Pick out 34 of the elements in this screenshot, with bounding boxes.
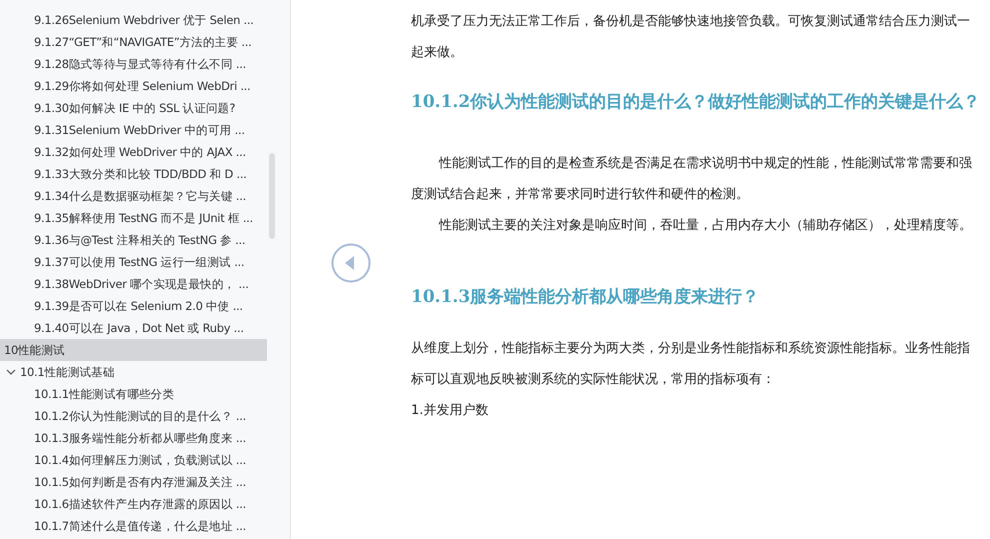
section-heading: 10.1.3服务端性能分析都从哪些角度来进行？ (411, 286, 760, 309)
body-paragraph: 从维度上划分，性能指标主要分为两大类，分别是业务性能指标和系统资源性能指标。业务性能指标可以直观地反映被测系统的实际性能状况，常用的指标项有： (411, 340, 971, 389)
outline-item[interactable]: 9.1.39是否可以在 Selenium 2.0 中使 ... (0, 295, 267, 317)
outline-item[interactable]: 10.1.7简述什么是值传递，什么是地址 ... (0, 515, 267, 537)
outline-item[interactable]: 9.1.37可以使用 TestNG 运行一组测试 ... (0, 251, 267, 273)
body-paragraph: 1.并发用户数 (411, 402, 490, 420)
outline-item[interactable]: 10.1.6描述软件产生内存泄露的原因以 ... (0, 493, 267, 515)
outline-item[interactable]: 10.1.2你认为性能测试的目的是什么？ ... (0, 405, 267, 427)
outline-item[interactable]: 9.1.30如何解决 IE 中的 SSL 认证问题? (0, 97, 267, 119)
outline-item[interactable]: 9.1.33大致分类和比较 TDD/BDD 和 D ... (0, 163, 267, 185)
outline-item[interactable]: 9.1.38WebDriver 哪个实现是最快的， ... (0, 273, 267, 295)
previous-page-button[interactable] (331, 243, 371, 283)
outline-item[interactable]: 9.1.31Selenium WebDriver 中的可用 ... (0, 119, 267, 141)
outline-item[interactable]: 9.1.34什么是数据驱动框架？它与关键 ... (0, 185, 267, 207)
body-paragraph: 性能测试主要的关注对象是响应时间，吞吐量，占用内存大小（辅助存储区），处理精度等。 (438, 217, 973, 235)
outline-item[interactable]: 9.1.29你将如何处理 Selenium WebDri ... (0, 75, 267, 97)
outline-item[interactable]: 10.1.4如何理解压力测试，负载测试以 ... (0, 449, 267, 471)
scrollbar-thumb[interactable] (269, 153, 275, 239)
outline-item[interactable]: 9.1.36与@Test 注释相关的 TestNG 参 ... (0, 229, 267, 251)
outline-item[interactable]: 9.1.26Selenium Webdriver 优于 Selen ... (0, 9, 267, 31)
outline-item[interactable]: 10.1.1性能测试有哪些分类 (0, 383, 267, 405)
section-heading: 10.1.2你认为性能测试的目的是什么？做好性能测试的工作的关键是什么？ (411, 91, 982, 114)
body-paragraph: 机承受了压力无法正常工作后，备份机是否能够快速地接管负载。可恢复测试通常结合压力测试一起来做。 (411, 13, 971, 62)
body-paragraph: 性能测试工作的目的是检查系统是否满足在需求说明书中规定的性能，性能测试常常需要和强度测试结合起来，并常常要求同时进行软件和硬件的检测。 (411, 155, 973, 204)
outline-item[interactable]: 10.1性能测试基础 (0, 361, 267, 383)
outline-item[interactable]: 9.1.35解释使用 TestNG 而不是 JUnit 框 ... (0, 207, 267, 229)
outline-item[interactable]: 9.1.40可以在 Java，Dot Net 或 Ruby ... (0, 317, 267, 339)
outline-item[interactable]: 9.1.28隐式等待与显式等待有什么不同 ... (0, 53, 267, 75)
outline-item[interactable]: 9.1.32如何处理 WebDriver 中的 AJAX ... (0, 141, 267, 163)
chevron-icon (6, 367, 16, 377)
outline-item[interactable]: 10.1.5如何判断是否有内存泄漏及关注 ... (0, 471, 267, 493)
outline-item[interactable]: 10.1.3服务端性能分析都从哪些角度来 ... (0, 427, 267, 449)
outline-item[interactable]: 9.1.27“GET”和“NAVIGATE”方法的主要 ... (0, 31, 267, 53)
outline-item[interactable]: 10性能测试 (0, 339, 267, 361)
